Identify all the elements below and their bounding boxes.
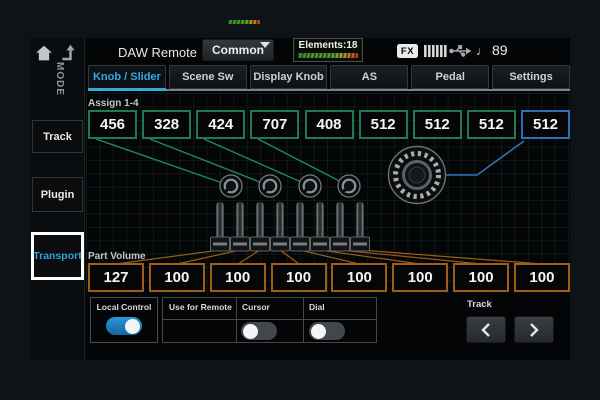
part-volume-6[interactable]: 100 bbox=[392, 263, 448, 292]
assign-value-row: 456 328 424 707 408 512 512 512 512 bbox=[88, 110, 570, 139]
assign-value-5[interactable]: 408 bbox=[305, 110, 354, 139]
divider bbox=[163, 319, 376, 320]
local-control-toggle[interactable] bbox=[106, 317, 142, 335]
part-volume-row: 127 100 100 100 100 100 100 100 bbox=[88, 263, 570, 292]
fader-4 bbox=[271, 202, 290, 251]
part-volume-section-label: Part Volume bbox=[88, 251, 146, 262]
use-for-remote-label: Use for Remote bbox=[169, 302, 232, 312]
fader-8 bbox=[351, 202, 370, 251]
assign-knob-2 bbox=[259, 175, 281, 197]
assign-value-8[interactable]: 512 bbox=[467, 110, 516, 139]
part-volume-5[interactable]: 100 bbox=[331, 263, 387, 292]
fader-3 bbox=[251, 202, 270, 251]
assign-knob-3 bbox=[299, 175, 321, 197]
assign-value-3[interactable]: 424 bbox=[196, 110, 245, 139]
assign-value-1[interactable]: 456 bbox=[88, 110, 137, 139]
fader-7 bbox=[331, 202, 350, 251]
local-control-label: Local Control bbox=[91, 302, 157, 312]
faders bbox=[211, 202, 370, 251]
chevron-left-icon bbox=[480, 322, 492, 338]
part-volume-1[interactable]: 127 bbox=[88, 263, 144, 292]
dial-toggle[interactable] bbox=[309, 322, 345, 340]
cursor-label: Cursor bbox=[242, 302, 270, 312]
assign-knob-1 bbox=[220, 175, 242, 197]
volume-fader-lines bbox=[116, 250, 542, 264]
assign-knobs bbox=[220, 175, 360, 197]
fader-1 bbox=[211, 202, 230, 251]
assign-value-6[interactable]: 512 bbox=[359, 110, 408, 139]
assign-section-label: Assign 1-4 bbox=[88, 98, 139, 109]
assign-value-4[interactable]: 707 bbox=[250, 110, 299, 139]
local-control-cell: Local Control bbox=[90, 297, 158, 343]
assign-knob-4 bbox=[338, 175, 360, 197]
use-for-remote-table: Use for Remote Cursor Dial bbox=[162, 297, 377, 343]
dial-label: Dial bbox=[309, 302, 325, 312]
track-prev-button[interactable] bbox=[466, 316, 506, 343]
toggle-knob bbox=[243, 324, 258, 339]
cursor-toggle[interactable] bbox=[241, 322, 277, 340]
track-next-button[interactable] bbox=[514, 316, 554, 343]
part-volume-8[interactable]: 100 bbox=[514, 263, 570, 292]
level-meter-strip bbox=[228, 20, 260, 24]
chevron-right-icon bbox=[528, 322, 540, 338]
toggle-knob bbox=[311, 324, 326, 339]
part-volume-4[interactable]: 100 bbox=[271, 263, 327, 292]
divider bbox=[236, 298, 237, 342]
big-dial bbox=[389, 147, 446, 204]
toggle-knob bbox=[125, 319, 140, 334]
divider bbox=[303, 298, 304, 342]
fader-5 bbox=[291, 202, 310, 251]
fader-2 bbox=[231, 202, 250, 251]
part-volume-2[interactable]: 100 bbox=[149, 263, 205, 292]
assign-value-7[interactable]: 512 bbox=[413, 110, 462, 139]
part-volume-7[interactable]: 100 bbox=[453, 263, 509, 292]
assign-value-2[interactable]: 328 bbox=[142, 110, 191, 139]
track-nav-label: Track bbox=[467, 299, 492, 310]
daw-remote-panel: MODE Track Plugin Transport DAW Remote C… bbox=[30, 38, 570, 360]
assign-value-9-selected[interactable]: 512 bbox=[521, 110, 570, 139]
fader-6 bbox=[311, 202, 330, 251]
screen: MODE Track Plugin Transport DAW Remote C… bbox=[0, 0, 600, 400]
part-volume-3[interactable]: 100 bbox=[210, 263, 266, 292]
